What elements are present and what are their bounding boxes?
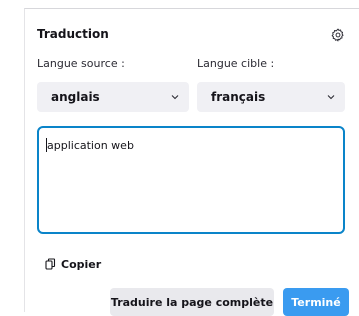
- copy-label: Copier: [61, 257, 102, 271]
- target-language-label: Langue cible :: [197, 57, 275, 70]
- translation-panel: Traduction Langue source : Langue cible …: [24, 8, 359, 316]
- gear-icon[interactable]: [331, 28, 345, 42]
- translation-text: application web: [47, 139, 134, 152]
- source-language-value: anglais: [51, 90, 100, 104]
- target-language-value: français: [211, 90, 266, 104]
- source-language-select[interactable]: anglais: [37, 82, 189, 112]
- source-language-label: Langue source :: [37, 57, 125, 70]
- translation-textarea[interactable]: application web: [37, 126, 345, 234]
- chevron-down-icon: [327, 95, 335, 100]
- panel-title: Traduction: [37, 27, 109, 41]
- copy-button[interactable]: Copier: [45, 255, 101, 273]
- target-language-select[interactable]: français: [197, 82, 345, 112]
- copy-icon: [45, 258, 56, 270]
- chevron-down-icon: [171, 95, 179, 100]
